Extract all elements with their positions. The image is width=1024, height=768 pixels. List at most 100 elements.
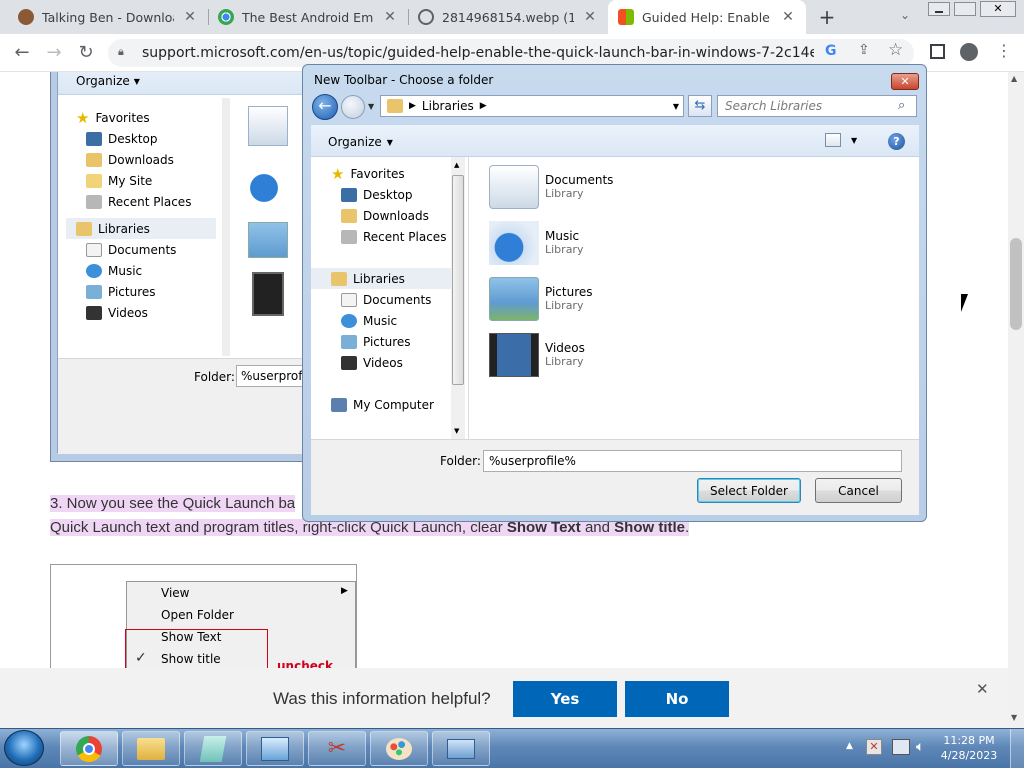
tree-pictures[interactable]: Pictures (311, 331, 461, 352)
tree-favorites[interactable]: ★ Favorites (311, 163, 461, 184)
desktop-icon (86, 131, 102, 146)
dialog-address-bar[interactable]: ▶ Libraries ▶ ▼ (380, 95, 684, 117)
bookmark-star-icon[interactable]: ☆ (888, 40, 908, 60)
close-window-button[interactable]: ✕ (980, 1, 1016, 17)
library-item-pictures[interactable]: Pictures Library (489, 277, 593, 321)
tab-search-chevron-icon[interactable]: ⌄ (896, 8, 914, 26)
page-scrollbar-thumb[interactable] (1010, 238, 1022, 330)
menu-item-open-folder: Open Folder (161, 608, 234, 622)
taskbar-notepad[interactable] (184, 731, 242, 766)
bg-nav-tree: ★ Favorites Desktop Downloads My Site Rec… (66, 107, 224, 323)
close-tab-icon[interactable]: ✕ (582, 9, 598, 25)
library-item-music[interactable]: Music Library (489, 221, 583, 265)
cancel-button[interactable]: Cancel (815, 478, 902, 503)
refresh-button[interactable]: ⇆ (688, 95, 712, 117)
close-tab-icon[interactable]: ✕ (182, 9, 198, 25)
address-dropdown-icon[interactable]: ▼ (673, 102, 679, 111)
system-clock[interactable]: 11:28 PM 4/28/2023 (940, 733, 998, 763)
feedback-question: Was this information helpful? (273, 689, 491, 708)
show-hidden-icons-icon[interactable]: ▲ (846, 741, 853, 751)
recent-places-icon (341, 229, 357, 244)
select-folder-button[interactable]: Select Folder (697, 478, 801, 503)
scroll-down-icon[interactable]: ▼ (1011, 713, 1017, 722)
scrollbar-thumb[interactable] (452, 175, 464, 385)
step-3-line-1: 3. Now you see the Quick Launch ba (50, 495, 296, 512)
feedback-yes-button[interactable]: Yes (513, 681, 617, 717)
tree-my-computer[interactable]: My Computer (311, 394, 461, 415)
history-chevron-icon[interactable]: ▼ (368, 102, 374, 111)
taskbar-control-panel[interactable] (246, 731, 304, 766)
tab-webp-image[interactable]: 2814968154.webp (1020× ✕ (408, 0, 608, 34)
taskbar-chrome[interactable] (60, 731, 118, 766)
tree-favorites: Favorites (95, 110, 150, 125)
network-icon[interactable] (892, 739, 910, 755)
computer-icon (331, 397, 347, 412)
view-dropdown-icon[interactable]: ▼ (851, 136, 857, 145)
volume-muted-icon[interactable]: 🔈︎ (916, 739, 924, 755)
side-panel-icon[interactable] (930, 44, 945, 59)
tree-libraries: Libraries (98, 221, 150, 236)
breadcrumb-libraries[interactable]: Libraries (422, 99, 474, 113)
scroll-up-icon[interactable]: ▲ (1011, 74, 1017, 83)
tree-label: Favorites (350, 166, 405, 181)
tree-label: Downloads (363, 208, 429, 223)
tree-downloads: Downloads (108, 152, 174, 167)
restore-button[interactable] (954, 2, 976, 16)
share-icon[interactable]: ⇪ (858, 42, 876, 60)
close-tab-icon[interactable]: ✕ (382, 9, 398, 25)
library-type: Library (545, 299, 584, 312)
tab-talking-ben[interactable]: Talking Ben - Download ✕ (8, 0, 208, 34)
organize-menu[interactable]: Organize ▼ (328, 135, 393, 149)
tree-desktop[interactable]: Desktop (311, 184, 461, 205)
taskbar-new-toolbar-dialog[interactable] (432, 731, 490, 766)
forward-icon[interactable]: → (40, 38, 68, 66)
taskbar-snipping-tool[interactable]: ✂ (308, 731, 366, 766)
folder-label: Folder: (440, 454, 481, 468)
tree-downloads[interactable]: Downloads (311, 205, 461, 226)
show-desktop-button[interactable] (1010, 729, 1024, 768)
tree-documents[interactable]: Documents (311, 289, 461, 310)
taskbar-explorer[interactable] (122, 731, 180, 766)
dialog-close-button[interactable]: ✕ (891, 73, 919, 90)
feedback-no-button[interactable]: No (625, 681, 729, 717)
pictures-library-icon (248, 222, 288, 258)
tab-android-emulator[interactable]: The Best Android Emulato ✕ (208, 0, 408, 34)
tab-guided-help[interactable]: Guided Help: Enable the Q ✕ (608, 0, 806, 34)
profile-avatar[interactable] (960, 43, 978, 61)
nav-pane-scrollbar[interactable]: ▲ ▼ (451, 157, 465, 439)
url-text[interactable]: support.microsoft.com/en-us/topic/guided… (142, 43, 814, 63)
close-tab-icon[interactable]: ✕ (780, 9, 796, 25)
tree-music[interactable]: Music (311, 310, 461, 331)
start-button[interactable] (4, 730, 44, 766)
highlight-box (125, 629, 268, 668)
organize-label: Organize (328, 135, 382, 149)
videos-icon (86, 305, 102, 320)
globe-icon (418, 9, 434, 25)
feedback-close-icon[interactable]: ✕ (976, 680, 989, 698)
library-item-videos[interactable]: Videos Library (489, 333, 585, 377)
lock-icon[interactable]: 🔒︎ (118, 45, 128, 59)
dialog-back-button[interactable]: ← (312, 94, 338, 120)
view-options-icon[interactable] (825, 133, 841, 147)
article-screenshot-1: Organize ▼ ★ Favorites Desktop Downloads M… (50, 72, 310, 462)
library-type: Library (545, 187, 584, 200)
page-scrollbar[interactable] (1008, 72, 1024, 728)
dialog-forward-button[interactable] (341, 95, 365, 119)
tree-libraries[interactable]: Libraries (311, 268, 451, 289)
bg-folder-label: Folder: (194, 370, 235, 384)
taskbar-paint[interactable] (370, 731, 428, 766)
dialog-search-input[interactable]: Search Libraries ⌕ (717, 95, 917, 117)
tree-recent-places[interactable]: Recent Places (311, 226, 461, 247)
library-item-documents[interactable]: Documents Library (489, 165, 613, 209)
help-icon[interactable]: ? (888, 133, 905, 150)
google-lens-icon[interactable]: G (825, 43, 841, 61)
menu-kebab-icon[interactable]: ⋮ (996, 42, 1012, 62)
action-center-icon[interactable]: ✕ (866, 739, 882, 755)
reload-icon[interactable]: ↻ (72, 38, 100, 66)
new-tab-button[interactable]: + (814, 5, 840, 29)
tree-videos[interactable]: Videos (311, 352, 461, 373)
back-icon[interactable]: ← (8, 38, 36, 66)
control-panel-icon (261, 736, 289, 761)
minimize-button[interactable] (928, 2, 950, 16)
folder-input[interactable]: %userprofile% (483, 450, 902, 472)
